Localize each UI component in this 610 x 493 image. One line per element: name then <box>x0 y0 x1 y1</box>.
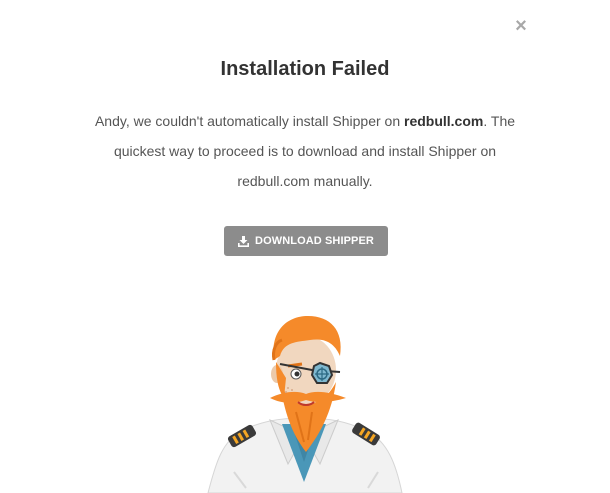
installation-failed-dialog: × Installation Failed Andy, we couldn't … <box>0 0 610 493</box>
site-name: redbull.com <box>404 113 484 129</box>
download-button-label: DOWNLOAD SHIPPER <box>255 235 374 247</box>
captain-mascot-illustration <box>207 316 403 493</box>
download-shipper-button[interactable]: DOWNLOAD SHIPPER <box>224 226 388 256</box>
close-button[interactable]: × <box>512 16 530 36</box>
close-icon: × <box>515 15 527 37</box>
dialog-title: Installation Failed <box>220 58 390 80</box>
dialog-message: Andy, we couldn't automatically install … <box>80 106 530 196</box>
download-icon <box>238 235 250 247</box>
message-text-1: Andy, we couldn't automatically install … <box>94 113 404 129</box>
